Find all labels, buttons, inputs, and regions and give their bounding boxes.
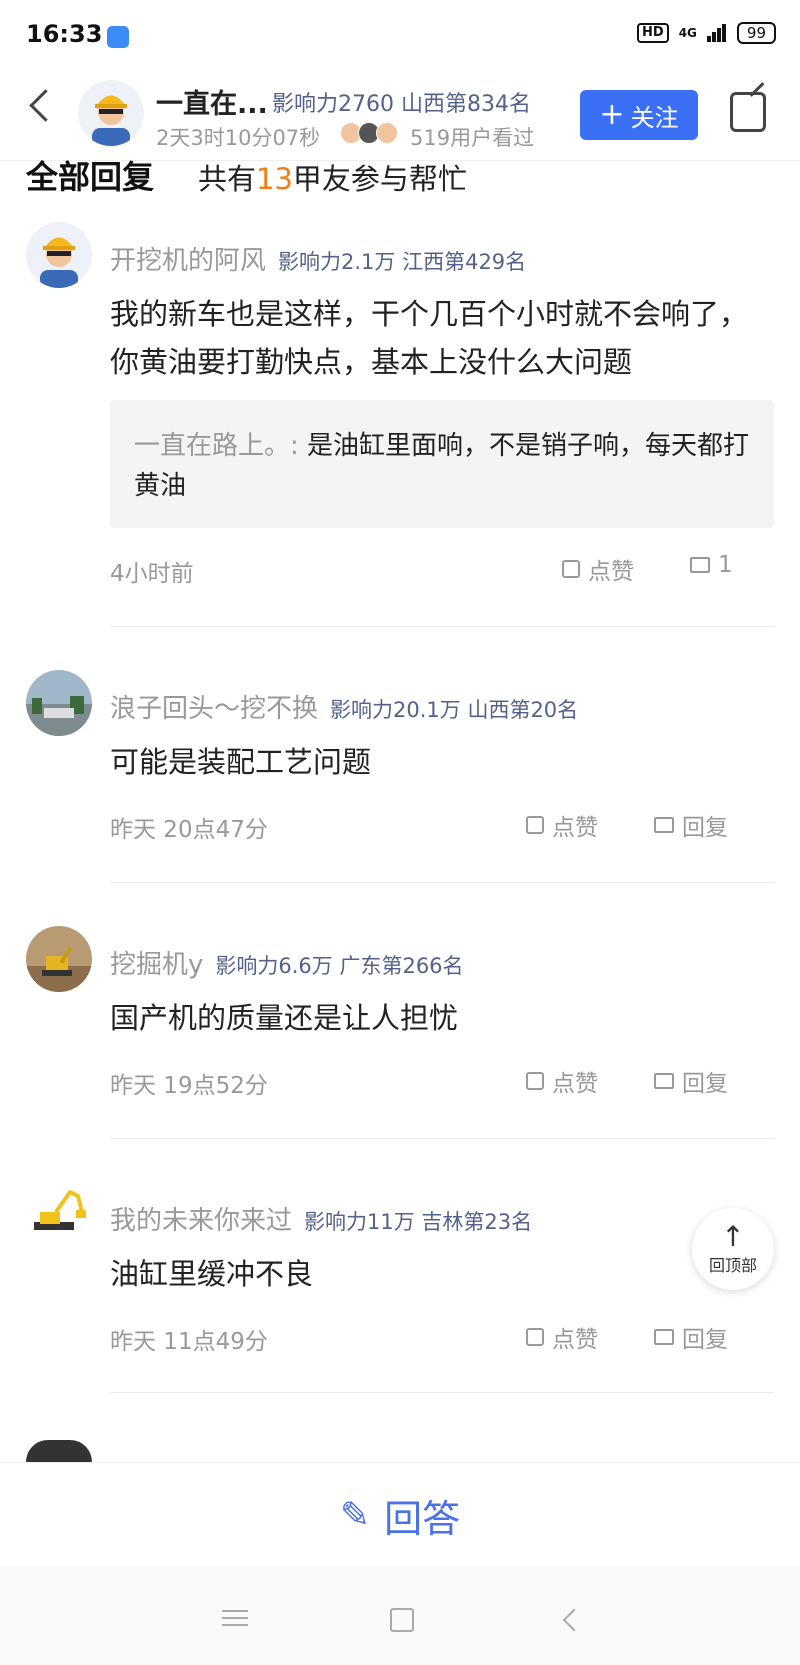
back-icon[interactable] bbox=[562, 1608, 586, 1632]
share-icon[interactable] bbox=[730, 92, 766, 132]
reply-author-info: 影响力6.6万 广东第266名 bbox=[215, 954, 464, 978]
like-button[interactable]: 点赞 bbox=[526, 1320, 598, 1354]
avatar[interactable] bbox=[78, 80, 144, 146]
quoted-author: 一直在路上。: bbox=[134, 431, 299, 461]
reply-author-name[interactable]: 开挖机的阿风 bbox=[110, 240, 266, 277]
answer-button[interactable]: ✎ 回答 bbox=[0, 1462, 800, 1568]
reply-author-info: 影响力20.1万 山西第20名 bbox=[330, 698, 579, 722]
like-button[interactable]: 点赞 bbox=[526, 808, 598, 842]
avatar[interactable] bbox=[26, 222, 92, 288]
reply-author-name[interactable]: 浪子回头～挖不换 bbox=[110, 688, 318, 725]
like-button[interactable]: 点赞 bbox=[562, 552, 634, 586]
reply-time: 4小时前 bbox=[110, 561, 194, 587]
reply-author: 开挖机的阿风 影响力2.1万 江西第429名 bbox=[110, 240, 526, 277]
reply-author-info: 影响力2.1万 江西第429名 bbox=[278, 250, 527, 274]
arrow-up-icon: ↑ bbox=[721, 1220, 745, 1253]
asker-name[interactable]: 一直在... bbox=[156, 82, 268, 121]
follow-button[interactable]: + 关注 bbox=[580, 90, 698, 140]
like-label: 点赞 bbox=[552, 815, 598, 841]
time-elapsed: 2天3时10分07秒 bbox=[156, 126, 321, 150]
reply-time: 昨天 19点52分 bbox=[110, 1073, 268, 1099]
section-subtitle: 共有13甲友参与帮忙 bbox=[198, 156, 467, 198]
avatar[interactable] bbox=[26, 670, 92, 736]
comment-icon bbox=[654, 1073, 674, 1089]
thumbs-up-icon bbox=[526, 816, 544, 834]
divider bbox=[110, 1392, 774, 1393]
reply-author-name[interactable]: 挖掘机y bbox=[110, 944, 203, 981]
reply-author: 浪子回头～挖不换 影响力20.1万 山西第20名 bbox=[110, 688, 578, 725]
subtitle-suffix: 甲友参与帮忙 bbox=[292, 162, 467, 196]
section-title: 全部回复 bbox=[26, 158, 155, 196]
comment-icon bbox=[654, 1329, 674, 1345]
reply-label: 回复 bbox=[682, 1071, 728, 1097]
reply-button[interactable]: 回复 bbox=[654, 808, 728, 842]
plus-icon: + bbox=[599, 97, 625, 132]
app-notification-icon bbox=[107, 26, 129, 48]
reply-body: 国产机的质量还是让人担忧 bbox=[110, 1001, 459, 1035]
reply-body: 我的新车也是这样，干个几百个小时就不会响了，你黄油要打勤快点，基本上没什么大问题 bbox=[110, 297, 749, 379]
menu-icon[interactable] bbox=[222, 1610, 248, 1631]
reply-author-info: 影响力11万 吉林第23名 bbox=[304, 1210, 533, 1234]
reply-author-name[interactable]: 我的未来你来过 bbox=[110, 1200, 292, 1237]
battery-icon: 99 bbox=[736, 22, 776, 44]
divider bbox=[110, 882, 774, 883]
reply-body: 油缸里缓冲不良 bbox=[110, 1257, 314, 1291]
avatar[interactable] bbox=[26, 1440, 92, 1462]
divider bbox=[110, 1138, 774, 1139]
status-indicators: HD 4G 99 bbox=[637, 22, 776, 44]
quoted-text: 一直在路上。: 是油缸里面响，不是销子响，每天都打黄油 bbox=[134, 426, 754, 506]
quoted-reply[interactable]: 一直在路上。: 是油缸里面响，不是销子响，每天都打黄油 bbox=[110, 400, 774, 528]
viewer-avatars bbox=[340, 122, 398, 144]
comment-icon bbox=[654, 817, 674, 833]
home-icon[interactable] bbox=[390, 1608, 414, 1632]
reply-time: 昨天 11点49分 bbox=[110, 1329, 268, 1355]
divider bbox=[110, 626, 774, 627]
reply-time: 昨天 20点47分 bbox=[110, 817, 268, 843]
back-to-top-button[interactable]: ↑ 回顶部 bbox=[692, 1208, 774, 1290]
subtitle-prefix: 共有 bbox=[198, 162, 257, 196]
reply-author: 我的未来你来过 影响力11万 吉林第23名 bbox=[110, 1200, 532, 1237]
avatar[interactable] bbox=[26, 1182, 92, 1248]
like-button[interactable]: 点赞 bbox=[526, 1064, 598, 1098]
reply-count: 13 bbox=[256, 162, 293, 196]
status-time: 16:33 bbox=[26, 20, 103, 48]
reply-author: 挖掘机y 影响力6.6万 广东第266名 bbox=[110, 944, 464, 981]
thumbs-up-icon bbox=[526, 1328, 544, 1346]
follow-label: 关注 bbox=[630, 103, 679, 132]
thumbs-up-icon bbox=[526, 1072, 544, 1090]
signal-icon bbox=[706, 24, 727, 42]
network-label: 4G bbox=[678, 26, 697, 40]
thumbs-up-icon bbox=[562, 560, 580, 578]
comment-icon bbox=[690, 557, 710, 573]
system-nav-bar bbox=[0, 1566, 800, 1665]
reply-body: 可能是装配工艺问题 bbox=[110, 745, 372, 779]
reply-button[interactable]: 回复 bbox=[654, 1320, 728, 1354]
question-header: 一直在... 影响力2760 山西第834名 2天3时10分07秒 519用户看… bbox=[0, 70, 800, 161]
like-label: 点赞 bbox=[552, 1327, 598, 1353]
comment-button[interactable]: 1 bbox=[690, 552, 733, 578]
back-to-top-label: 回顶部 bbox=[708, 1256, 757, 1275]
hd-icon: HD bbox=[637, 23, 669, 43]
reply-label: 回复 bbox=[682, 815, 728, 841]
avatar[interactable] bbox=[26, 926, 92, 992]
like-label: 点赞 bbox=[552, 1071, 598, 1097]
asker-info: 影响力2760 山西第834名 bbox=[272, 92, 531, 117]
reply-button[interactable]: 回复 bbox=[654, 1064, 728, 1098]
answer-label: 回答 bbox=[384, 1496, 461, 1541]
reply-label: 回复 bbox=[682, 1327, 728, 1353]
pen-icon: ✎ bbox=[339, 1494, 371, 1536]
back-button[interactable] bbox=[29, 89, 62, 122]
comment-count: 1 bbox=[718, 552, 733, 578]
like-label: 点赞 bbox=[588, 559, 634, 585]
viewer-count: 519用户看过 bbox=[410, 126, 535, 150]
